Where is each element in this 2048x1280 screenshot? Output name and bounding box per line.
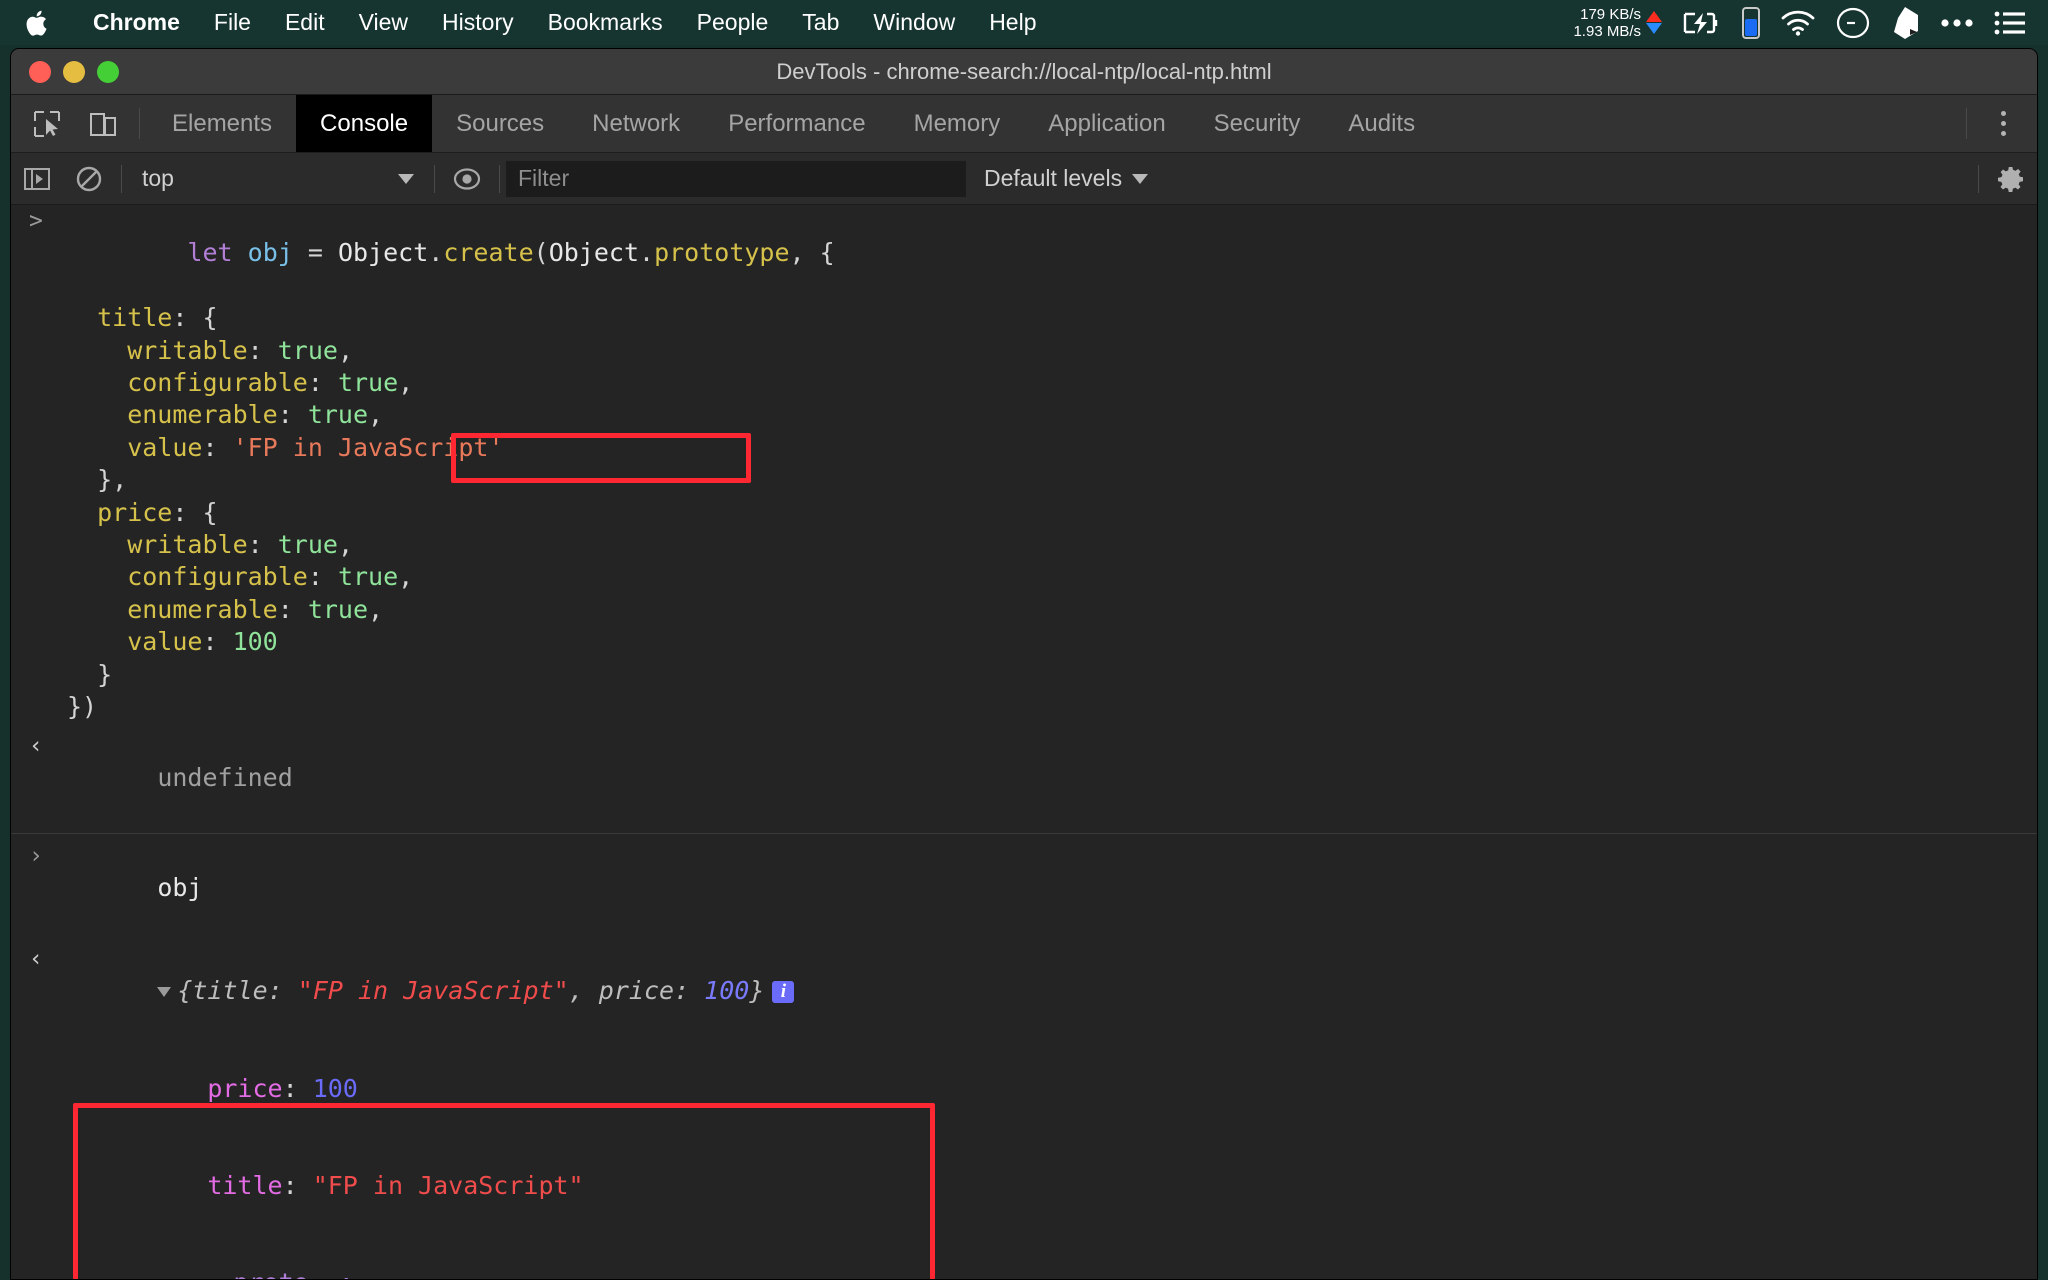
network-speed-indicator[interactable]: 179 KB/s 1.93 MB/s [1573, 6, 1662, 40]
console-line: }) [11, 691, 2037, 723]
menu-item-history[interactable]: History [425, 0, 531, 45]
macos-menu-bar: Chrome File Edit View History Bookmarks … [0, 0, 2048, 45]
console-toolbar-divider-1 [121, 165, 122, 193]
console-line: enumerable: true, [11, 399, 2037, 431]
console-line: enumerable: true, [11, 594, 2037, 626]
console-toolbar-divider-3 [499, 165, 500, 193]
menu-bar-status-items: 179 KB/s 1.93 MB/s [1573, 0, 2048, 45]
inspect-element-icon[interactable] [19, 95, 75, 152]
object-own-property-title[interactable]: title: "FP in JavaScript" [11, 1137, 2037, 1234]
input-marker-2: › [29, 840, 59, 872]
console-sidebar-icon[interactable] [11, 153, 63, 205]
clear-console-icon[interactable] [63, 153, 115, 205]
expand-triangle-open-icon[interactable] [157, 987, 171, 997]
console-line: price: { [11, 497, 2037, 529]
menu-item-bookmarks[interactable]: Bookmarks [531, 0, 680, 45]
traffic-light-buttons [11, 61, 119, 83]
control-center-list-icon[interactable] [1994, 11, 2026, 35]
toolbar-divider-right [1966, 108, 1967, 139]
console-input-entry-1: >let obj = Object.create(Object.prototyp… [11, 205, 2037, 724]
dropbox-icon[interactable] [1890, 6, 1920, 40]
console-input-entry-2: ›obj [11, 840, 2037, 937]
object-own-property-price[interactable]: price: 100 [11, 1040, 2037, 1137]
ellipsis-icon[interactable] [1940, 18, 1974, 28]
devtools-window: DevTools - chrome-search://local-ntp/loc… [10, 48, 2038, 1280]
console-line: title: { [11, 302, 2037, 334]
battery-level-icon[interactable] [1742, 7, 1760, 39]
tab-audits[interactable]: Audits [1324, 95, 1439, 152]
tab-memory[interactable]: Memory [890, 95, 1025, 152]
menu-item-file[interactable]: File [197, 0, 268, 45]
object-proto-row[interactable]: __proto__: [11, 1235, 2037, 1280]
menu-item-window[interactable]: Window [856, 0, 972, 45]
log-levels-label: Default levels [984, 165, 1122, 192]
close-window-button[interactable] [29, 61, 51, 83]
input-marker: > [29, 205, 59, 237]
console-line: value: 'FP in JavaScript' [11, 432, 2037, 464]
tab-application[interactable]: Application [1024, 95, 1189, 152]
menu-item-edit[interactable]: Edit [268, 0, 342, 45]
download-arrow-icon [1646, 23, 1662, 34]
tab-sources[interactable]: Sources [432, 95, 568, 152]
upload-arrow-icon [1646, 11, 1662, 22]
console-line: >let obj = Object.create(Object.prototyp… [11, 205, 2037, 302]
output-marker: ‹ [29, 730, 59, 762]
download-speed-label: 1.93 MB/s [1573, 23, 1641, 40]
menu-bar-items: Chrome File Edit View History Bookmarks … [0, 0, 1054, 45]
gear-icon[interactable] [1985, 153, 2037, 205]
console-line: } [11, 659, 2037, 691]
info-badge-icon[interactable]: i [772, 981, 794, 1003]
window-title: DevTools - chrome-search://local-ntp/loc… [11, 59, 2037, 85]
tab-security[interactable]: Security [1190, 95, 1325, 152]
tab-strip-right [1958, 95, 2037, 152]
execution-context-selector[interactable]: top [128, 165, 428, 192]
menu-item-tab[interactable]: Tab [785, 0, 856, 45]
toolbar-divider [139, 108, 140, 139]
console-line: writable: true, [11, 335, 2037, 367]
console-object-result-preview[interactable]: ‹{title: "FP in JavaScript", price: 100}… [11, 943, 2037, 1040]
execution-context-label: top [142, 165, 174, 192]
tab-network[interactable]: Network [568, 95, 704, 152]
battery-charging-icon[interactable] [1682, 10, 1722, 36]
console-result-undefined: ‹undefined [11, 730, 2037, 827]
console-line: value: 100 [11, 626, 2037, 658]
console-line: configurable: true, [11, 561, 2037, 593]
console-toolbar-right [1972, 153, 2037, 205]
menu-item-people[interactable]: People [680, 0, 786, 45]
console-output-area[interactable]: >let obj = Object.create(Object.prototyp… [11, 205, 2037, 1280]
devtools-tab-strip: Elements Console Sources Network Perform… [11, 95, 2037, 153]
window-title-bar: DevTools - chrome-search://local-ntp/loc… [11, 49, 2037, 95]
tab-elements[interactable]: Elements [148, 95, 296, 152]
menu-item-help[interactable]: Help [972, 0, 1053, 45]
devtools-tabs: Elements Console Sources Network Perform… [148, 95, 1439, 152]
menu-item-chrome[interactable]: Chrome [76, 0, 197, 45]
tab-console[interactable]: Console [296, 95, 432, 152]
console-toolbar-divider-2 [434, 165, 435, 193]
device-toolbar-icon[interactable] [75, 95, 131, 152]
minimize-window-button[interactable] [63, 61, 85, 83]
chevron-down-icon-levels [1132, 174, 1148, 184]
do-not-disturb-icon[interactable] [1836, 6, 1870, 40]
apple-logo-icon[interactable] [18, 0, 58, 45]
live-expression-icon[interactable] [441, 153, 493, 205]
console-toolbar-divider-4 [1978, 165, 1979, 193]
output-marker-2: ‹ [29, 943, 59, 975]
log-levels-selector[interactable]: Default levels [966, 165, 1166, 192]
console-toolbar: top Default levels [11, 153, 2037, 205]
console-entry-divider [11, 833, 2037, 834]
tab-performance[interactable]: Performance [704, 95, 889, 152]
filter-input[interactable] [506, 161, 966, 197]
menu-item-view[interactable]: View [342, 0, 425, 45]
console-line: }, [11, 464, 2037, 496]
wifi-icon[interactable] [1780, 9, 1816, 36]
console-line: writable: true, [11, 529, 2037, 561]
upload-speed-label: 179 KB/s [1573, 6, 1641, 23]
maximize-window-button[interactable] [97, 61, 119, 83]
console-line: configurable: true, [11, 367, 2037, 399]
chevron-down-icon [398, 174, 414, 184]
speed-arrows [1646, 11, 1662, 34]
kebab-menu-icon[interactable] [1975, 95, 2031, 152]
